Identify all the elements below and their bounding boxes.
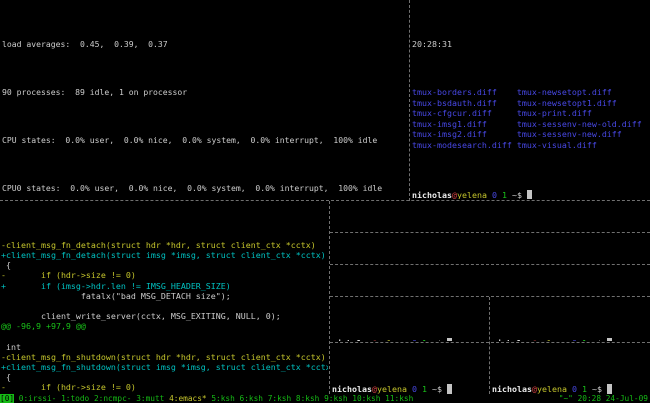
diff-line: - if (hdr->size != 0) — [1, 382, 328, 392]
prompt-cwd: ~$ — [427, 384, 447, 394]
status-window: 3:mutt — [136, 394, 164, 403]
status-window: 1:todo — [61, 394, 89, 403]
shell-prompt: nicholas@yelena 0 1 ~$ — [332, 336, 487, 341]
prompt-host: yelena — [537, 384, 567, 394]
status-window: 7:ksh — [268, 394, 291, 403]
tmux-status-bar: [0] 0:irssi- 1:todo 2:ncmpc- 3:mutt 4:em… — [0, 394, 650, 403]
prompt-user: nicholas — [332, 338, 372, 341]
pane-shell-1[interactable]: nicholas@yelena 0 1 ~$ — [332, 203, 648, 231]
pane-shell-ls[interactable]: 20:28:31 tmux-borders.diff tmux-newsetop… — [412, 1, 650, 199]
prompt-status: 0 — [567, 384, 577, 394]
status-window: 6:ksh — [240, 394, 263, 403]
pane-border[interactable] — [409, 0, 410, 201]
pane-shell-6[interactable]: nicholas@yelena 0 1 ~$ — [332, 344, 487, 394]
pane-border[interactable] — [330, 342, 650, 343]
shell-prompt: nicholas@yelena 0 1 ~$ — [332, 382, 487, 394]
prompt-status: 0 — [407, 338, 417, 341]
status-window: 0:irssi- — [19, 394, 57, 403]
prompt-host: yelena — [377, 384, 407, 394]
pane-border[interactable] — [330, 296, 650, 297]
prompt-host: yelena — [377, 338, 407, 341]
ls-file-list: tmux-borders.diff tmux-newsetopt.difftmu… — [412, 87, 650, 150]
diff-line: client_write_server(cctx, MSG_EXITING, N… — [1, 311, 328, 321]
status-window: 8:ksh — [296, 394, 319, 403]
status-window: 4:emacs* — [169, 394, 207, 403]
prompt-user: nicholas — [492, 338, 532, 341]
diff-line: { — [1, 372, 328, 382]
diff-line: +client_msg_fn_shutdown(struct imsg *ims… — [1, 362, 328, 372]
prompt-host: yelena — [537, 338, 567, 341]
prompt-status: 0 — [487, 190, 497, 199]
pane-top-monitor[interactable]: load averages: 0.45, 0.39, 0.37 90 proce… — [2, 1, 407, 199]
shell-prompt: nicholas@yelena 0 1 ~$ — [492, 336, 650, 341]
prompt-status: 0 — [407, 384, 417, 394]
status-window: 5:ksh — [211, 394, 234, 403]
session-name: [0] — [0, 394, 14, 403]
diff-line: fatalx("bad MSG_DETACH size"); — [1, 291, 328, 301]
file-row: tmux-bsdauth.diff tmux-newsetopt1.diff — [412, 98, 650, 108]
diff-line: +client_msg_fn_detach(struct imsg *imsg,… — [1, 250, 328, 260]
pane-shell-3[interactable]: nicholas@yelena 0 1 ~$ — [332, 266, 648, 295]
pane-shell-2[interactable]: nicholas@yelena 0 1 ~$ — [332, 234, 648, 263]
top-process-count: 90 processes: 89 idle, 1 on processor — [2, 87, 407, 97]
diff-line: int — [1, 342, 328, 352]
file-row: tmux-imsg2.diff tmux-sessenv-new.diff — [412, 129, 650, 139]
pane-border[interactable] — [489, 297, 490, 394]
diff-line — [1, 331, 328, 341]
shell-prompt: nicholas@yelena 0 1 ~$ — [492, 382, 650, 394]
pane-border[interactable] — [0, 200, 650, 201]
prompt-cwd: ~$ — [507, 190, 527, 199]
file-row: tmux-cfgcur.diff tmux-print.diff — [412, 108, 650, 118]
diff-line: -client_msg_fn_shutdown(struct hdr *hdr,… — [1, 352, 328, 362]
pane-shell-7[interactable]: nicholas@yelena 0 1 ~$ — [492, 344, 650, 394]
diff-line: + if (imsg->hdr.len != IMSG_HEADER_SIZE) — [1, 281, 328, 291]
pane-border[interactable] — [329, 201, 330, 394]
prompt-user: nicholas — [332, 384, 372, 394]
prompt-status: 0 — [567, 338, 577, 341]
prompt-history: 1 — [577, 338, 587, 341]
prompt-history: 1 — [417, 384, 427, 394]
block-cursor — [447, 384, 452, 394]
status-window: 11:ksh — [385, 394, 413, 403]
pane-shell-4[interactable]: nicholas@yelena 0 1 ~$ [] — [332, 298, 487, 341]
shell-time-output: 20:28:31 — [412, 39, 650, 49]
prompt-history: 1 — [577, 384, 587, 394]
block-cursor — [447, 338, 452, 341]
diff-line: { — [1, 260, 328, 270]
diff-line — [1, 301, 328, 311]
shell-prompt: nicholas@yelena 0 1 ~$ — [412, 188, 650, 199]
block-cursor — [527, 190, 532, 199]
window-list: 0:irssi- 1:todo 2:ncmpc- 3:mutt 4:emacs*… — [14, 394, 413, 403]
top-load-averages: load averages: 0.45, 0.39, 0.37 — [2, 39, 407, 49]
tmux-session-screen: load averages: 0.45, 0.39, 0.37 90 proce… — [0, 0, 650, 403]
diff-line: -client_msg_fn_detach(struct hdr *hdr, s… — [1, 240, 328, 250]
block-cursor — [607, 338, 612, 341]
file-row: tmux-imsg1.diff tmux-sessenv-new-old.dif… — [412, 119, 650, 129]
prompt-history: 1 — [417, 338, 427, 341]
status-window: 10:ksh — [352, 394, 380, 403]
diff-line: - if (hdr->size != 0) — [1, 270, 328, 280]
prompt-user: nicholas — [412, 190, 452, 199]
status-clock: "~" 20:28 24-Jul-09 — [559, 394, 648, 403]
status-window: 9:ksh — [324, 394, 347, 403]
pane-border[interactable] — [330, 264, 650, 265]
diff-buffer: -client_msg_fn_detach(struct hdr *hdr, s… — [1, 240, 328, 394]
file-row: tmux-borders.diff tmux-newsetopt.diff — [412, 87, 650, 97]
block-cursor — [607, 384, 612, 394]
file-row: tmux-modesearch.diff tmux-visual.diff — [412, 140, 650, 150]
prompt-cwd: ~$ — [587, 338, 607, 341]
pane-shell-5[interactable]: nicholas@yelena 0 1 ~$ — [492, 298, 650, 341]
pane-emacs-diff[interactable]: -client_msg_fn_detach(struct hdr *hdr, s… — [1, 202, 328, 394]
top-cpu-states: CPU states: 0.0% user, 0.0% nice, 0.0% s… — [2, 135, 407, 145]
diff-line: @@ -96,9 +97,9 @@ — [1, 321, 328, 331]
prompt-cwd: ~$ — [587, 384, 607, 394]
prompt-cwd: ~$ — [427, 338, 447, 341]
pane-border[interactable] — [330, 232, 650, 233]
prompt-host: yelena — [457, 190, 487, 199]
prompt-history: 1 — [497, 190, 507, 199]
top-cpu0-states: CPU0 states: 0.0% user, 0.0% nice, 0.0% … — [2, 183, 407, 193]
status-window: 2:ncmpc- — [94, 394, 132, 403]
prompt-user: nicholas — [492, 384, 532, 394]
